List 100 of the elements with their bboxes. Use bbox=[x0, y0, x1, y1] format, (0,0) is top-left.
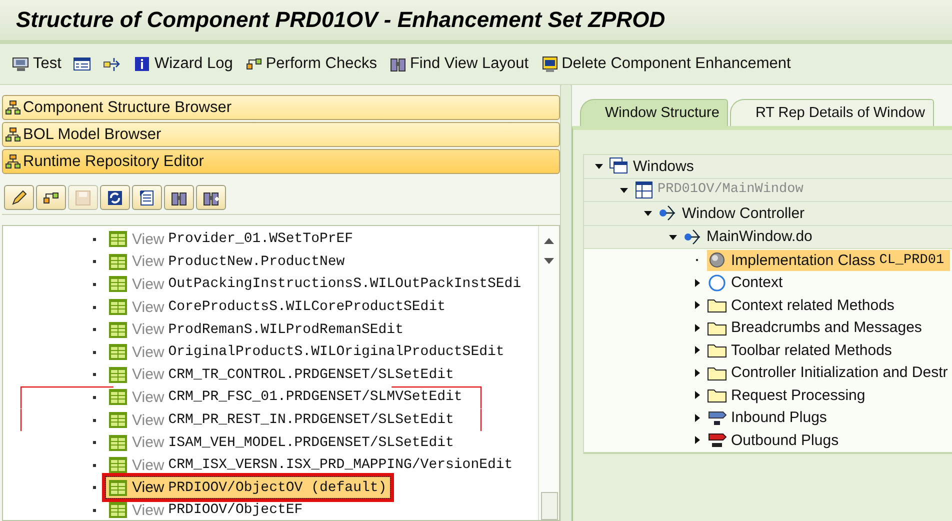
scroll-thumb[interactable] bbox=[541, 492, 558, 520]
table-icon bbox=[108, 501, 128, 520]
sphere-icon bbox=[707, 251, 727, 270]
hierarchy-icon bbox=[244, 56, 263, 72]
tree-item[interactable]: View ProdRemanS.WILProdRemanSEdit bbox=[106, 319, 406, 340]
table-icon bbox=[108, 434, 128, 452]
expand-arrow-icon[interactable] bbox=[594, 161, 604, 172]
circle-icon bbox=[707, 274, 727, 292]
table-icon bbox=[108, 456, 128, 474]
expand-arrow-icon[interactable] bbox=[692, 435, 702, 446]
expand-arrow-icon[interactable] bbox=[692, 368, 702, 378]
network-icon bbox=[658, 204, 678, 222]
scrollbar[interactable] bbox=[538, 226, 559, 520]
tree-node[interactable]: Controller Initialization and Destr bbox=[707, 362, 952, 384]
tree-node[interactable]: Implementation Class CL_PRD01 bbox=[707, 250, 950, 271]
expand-arrow-icon[interactable] bbox=[692, 390, 702, 400]
expand-arrow-icon[interactable] bbox=[692, 412, 702, 423]
toolbar-icon-button[interactable] bbox=[100, 185, 130, 210]
bullet-icon bbox=[93, 418, 96, 422]
bullet-icon bbox=[93, 396, 96, 399]
tree-node[interactable]: Breadcrumbs and Messages bbox=[707, 317, 928, 338]
bullet-icon bbox=[93, 260, 96, 264]
expand-arrow-icon[interactable] bbox=[643, 208, 653, 218]
tab[interactable]: RT Rep Details of Window bbox=[730, 99, 934, 126]
window-icon bbox=[634, 180, 654, 199]
toolbar-button[interactable]: Delete Component Enhancement bbox=[538, 53, 797, 75]
network-icon bbox=[682, 228, 702, 246]
tree-item[interactable]: View CoreProductsS.WILCoreProductSEdit bbox=[106, 296, 448, 318]
tree-item[interactable]: View ISAM_VEH_MODEL.PRDGENSET/SLSetEdit bbox=[106, 432, 457, 454]
pencil-icon bbox=[10, 190, 28, 206]
tree-item[interactable]: View PRDIOOV/ObjectEF bbox=[106, 500, 306, 520]
window-title: Structure of Component PRD01OV - Enhancement Set ZPROD bbox=[16, 7, 666, 33]
table-icon bbox=[108, 343, 128, 362]
bullet-icon bbox=[93, 306, 96, 309]
bullet-icon bbox=[93, 282, 96, 286]
hierarchy-icon bbox=[42, 190, 60, 206]
hierarchy-icon bbox=[5, 126, 21, 142]
tree-item[interactable]: View Provider_01.WSetToPrEF bbox=[106, 228, 356, 250]
tree-item[interactable]: View ProductNew.ProductNew bbox=[106, 251, 348, 272]
expand-arrow-icon[interactable] bbox=[692, 322, 702, 333]
list-icon bbox=[73, 56, 92, 72]
tree-node[interactable]: Inbound Plugs bbox=[707, 407, 833, 428]
panel-header[interactable]: Component Structure Browser bbox=[2, 95, 560, 120]
table-icon bbox=[108, 366, 128, 384]
tree-item[interactable]: View CRM_ISX_VERSN.ISX_PRD_MAPPING/VersionEdit bbox=[106, 454, 516, 476]
table-icon bbox=[108, 252, 128, 271]
toolbar-icon-button[interactable] bbox=[196, 185, 226, 210]
hierarchy-icon bbox=[5, 154, 21, 170]
bullet-icon bbox=[93, 486, 96, 490]
tree-node[interactable]: Request Processing bbox=[707, 384, 872, 406]
toolbar-button[interactable]: Perform Checks bbox=[242, 53, 383, 75]
tree-item[interactable]: View CRM_PR_FSC_01.PRDGENSET/SLMVSetEdit bbox=[106, 386, 466, 408]
table-icon bbox=[108, 320, 128, 339]
expand-arrow-icon[interactable] bbox=[692, 345, 702, 356]
hierarchy-icon bbox=[5, 100, 21, 116]
tree-node[interactable]: Context related Methods bbox=[707, 294, 900, 316]
binoculars-icon bbox=[388, 56, 407, 72]
bullet-icon bbox=[93, 508, 96, 512]
toolbar-button[interactable]: Find View Layout bbox=[386, 53, 535, 75]
arrows-icon bbox=[103, 56, 122, 72]
bullet-icon bbox=[93, 350, 96, 354]
scroll-up-icon bbox=[542, 236, 556, 246]
table-icon bbox=[108, 275, 128, 294]
tab[interactable]: Window Structure bbox=[580, 99, 728, 126]
save-icon bbox=[74, 190, 92, 206]
bullet-icon bbox=[93, 238, 96, 241]
plug-tag-icon bbox=[707, 408, 727, 427]
document-icon bbox=[138, 190, 156, 206]
panel-header[interactable]: Runtime Repository Editor bbox=[2, 149, 560, 174]
table-icon bbox=[108, 411, 128, 430]
table-icon bbox=[108, 478, 128, 497]
expand-arrow-icon[interactable] bbox=[692, 278, 702, 288]
tree-node[interactable]: Outbound Plugs bbox=[707, 430, 845, 451]
toolbar-icon-button[interactable] bbox=[36, 185, 66, 210]
toolbar-icon-button[interactable] bbox=[132, 185, 162, 210]
tree-node[interactable]: Toolbar related Methods bbox=[707, 340, 898, 361]
panel-header[interactable]: BOL Model Browser bbox=[2, 122, 560, 147]
plug-tag-icon bbox=[707, 431, 727, 450]
bullet-icon bbox=[93, 441, 96, 444]
table-icon bbox=[108, 298, 128, 316]
refresh-icon bbox=[106, 190, 124, 206]
tree-item[interactable]: View OriginalProductS.WILOriginalProductSEdit bbox=[106, 342, 508, 363]
tree-node[interactable]: Context bbox=[707, 272, 789, 294]
toolbar-button[interactable]: Wizard Log bbox=[131, 53, 239, 75]
monitor-icon bbox=[12, 56, 30, 72]
bullet-icon bbox=[93, 373, 96, 376]
table-icon bbox=[108, 388, 128, 406]
toolbar-button[interactable]: Test bbox=[10, 53, 68, 75]
expand-arrow-icon[interactable] bbox=[692, 300, 702, 310]
binoculars-icon bbox=[170, 190, 188, 206]
toolbar-icon-button[interactable] bbox=[4, 185, 34, 210]
bullet-icon bbox=[93, 328, 96, 332]
tree-item[interactable]: View CRM_PR_REST_IN.PRDGENSET/SLSetEdit bbox=[106, 410, 457, 431]
info-icon bbox=[133, 56, 152, 72]
windows-icon bbox=[609, 157, 629, 176]
toolbar-icon-button[interactable] bbox=[164, 185, 194, 210]
tree-item[interactable]: View CRM_TR_CONTROL.PRDGENSET/SLSetEdit bbox=[106, 364, 457, 386]
binoculars-plus-icon bbox=[202, 190, 220, 206]
tree-item[interactable]: View PRDIOOV/ObjectOV (default) bbox=[106, 477, 390, 498]
tree-item[interactable]: View OutPackingInstructionsS.WILOutPackInstSEdi bbox=[106, 274, 524, 295]
